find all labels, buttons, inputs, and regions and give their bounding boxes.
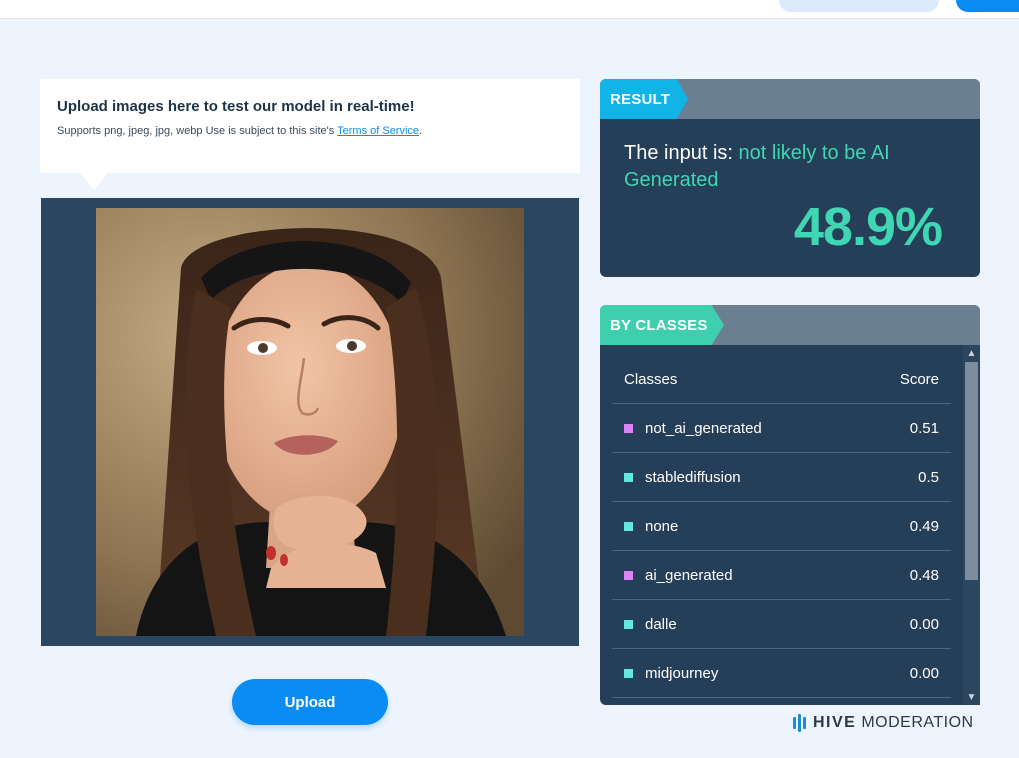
class-score: 0.49 bbox=[909, 517, 939, 535]
class-score: 0.00 bbox=[909, 664, 939, 682]
class-name: midjourney bbox=[645, 664, 719, 682]
table-row: ai_generated 0.48 bbox=[612, 551, 951, 600]
class-color-swatch bbox=[624, 423, 633, 433]
class-color-swatch bbox=[624, 619, 633, 629]
logo-hive-text: HIVE bbox=[813, 714, 857, 731]
class-name: ai_generated bbox=[645, 566, 733, 584]
class-score: 0.51 bbox=[909, 419, 939, 437]
result-card-header: RESULT bbox=[600, 79, 980, 119]
class-name: dalle bbox=[645, 615, 677, 633]
header-score: Score bbox=[899, 370, 939, 388]
classes-tag: BY CLASSES bbox=[600, 305, 724, 345]
logo-moderation-text: MODERATION bbox=[861, 714, 974, 731]
result-percentage: 48.9% bbox=[793, 197, 943, 257]
portrait-illustration bbox=[96, 208, 524, 636]
hive-moderation-logo: HIVE MODERATION bbox=[793, 713, 974, 733]
class-score: 0.00 bbox=[909, 615, 939, 633]
classes-table[interactable]: Classes Score not_ai_generated 0.51 stab… bbox=[612, 345, 951, 705]
table-header-row: Classes Score bbox=[612, 345, 951, 404]
table-row: midjourney 0.00 bbox=[612, 649, 951, 698]
scroll-up-arrow-icon[interactable]: ▲ bbox=[963, 345, 980, 361]
upload-button[interactable]: Upload bbox=[232, 679, 388, 725]
upload-subtitle-text: Supports png, jpeg, jpg, webp Use is sub… bbox=[57, 125, 335, 137]
classes-card-header: BY CLASSES bbox=[600, 305, 980, 345]
upload-title: Upload images here to test our model in … bbox=[57, 98, 415, 115]
table-row: stablediffusion 0.5 bbox=[612, 453, 951, 502]
header-classes: Classes bbox=[624, 370, 678, 388]
scroll-thumb[interactable] bbox=[965, 362, 978, 580]
hive-logo-icon bbox=[793, 714, 806, 732]
table-row: none 0.49 bbox=[612, 502, 951, 551]
top-nav-bar bbox=[0, 0, 1019, 19]
uploaded-photo bbox=[96, 208, 524, 636]
upload-subtitle-suffix: . bbox=[419, 125, 423, 137]
class-score: 0.5 bbox=[918, 468, 939, 486]
result-tag: RESULT bbox=[600, 79, 688, 119]
class-color-swatch bbox=[624, 521, 633, 531]
table-row: dalle 0.00 bbox=[612, 600, 951, 649]
upload-info-card: Upload images here to test our model in … bbox=[40, 79, 580, 190]
terms-of-service-link[interactable]: Terms of Service bbox=[337, 125, 419, 137]
scroll-down-arrow-icon[interactable]: ▼ bbox=[963, 689, 980, 705]
result-card: RESULT The input is: not likely to be AI… bbox=[600, 79, 980, 277]
classes-card: BY CLASSES Classes Score not_ai_generate… bbox=[600, 305, 980, 705]
class-name: not_ai_generated bbox=[645, 419, 762, 437]
nav-primary-button[interactable] bbox=[956, 0, 1019, 12]
class-name: none bbox=[645, 517, 679, 535]
upload-subtitle: Supports png, jpeg, jpg, webp Use is sub… bbox=[57, 125, 422, 137]
image-preview-panel bbox=[41, 198, 579, 646]
result-statement: The input is: not likely to be AI Genera… bbox=[624, 140, 954, 194]
class-color-swatch bbox=[624, 472, 633, 482]
result-prefix: The input is: bbox=[624, 142, 739, 164]
classes-scrollbar[interactable]: ▲ ▼ bbox=[963, 345, 980, 705]
class-name: stablediffusion bbox=[645, 468, 741, 486]
table-row: not_ai_generated 0.51 bbox=[612, 404, 951, 453]
class-score: 0.48 bbox=[909, 566, 939, 584]
nav-secondary-button[interactable] bbox=[779, 0, 939, 12]
class-color-swatch bbox=[624, 570, 633, 580]
class-color-swatch bbox=[624, 668, 633, 678]
